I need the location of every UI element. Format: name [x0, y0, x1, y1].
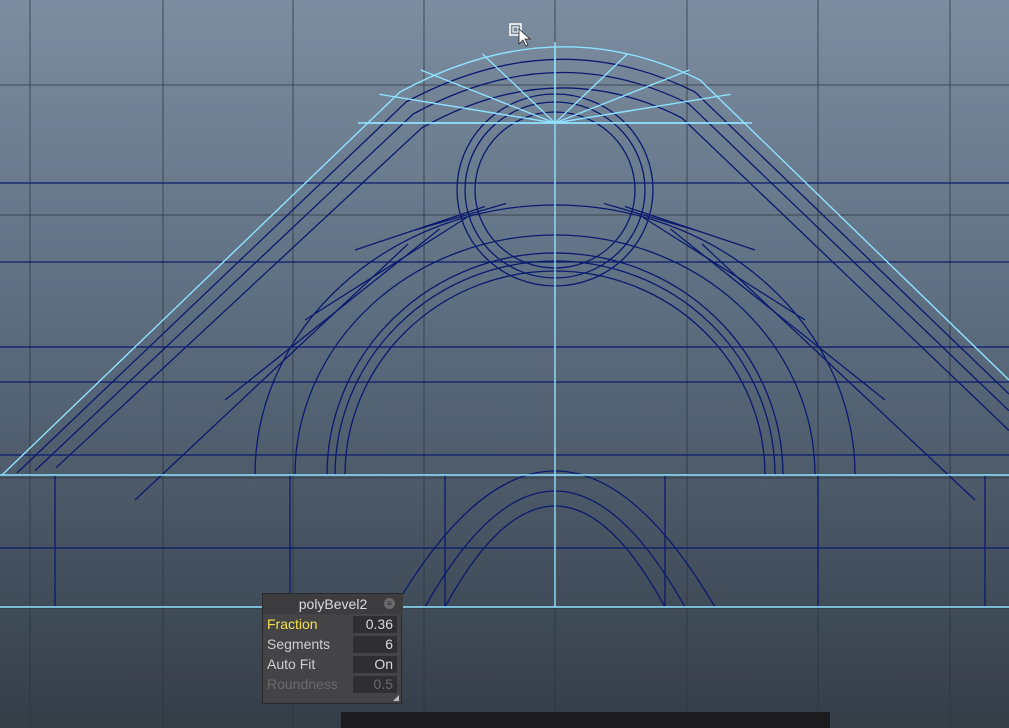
auto-fit-value[interactable]: On	[353, 656, 397, 673]
radial-edge	[642, 216, 806, 321]
bottom-panel-edge	[341, 712, 830, 728]
hud-row-roundness: Roundness 0.5	[263, 675, 403, 695]
auto-fit-label: Auto Fit	[267, 656, 316, 672]
viewport-grid	[0, 0, 1009, 728]
bevel-loop	[55, 87, 1009, 469]
roundness-label: Roundness	[267, 676, 338, 692]
outer-edge	[1, 46, 1009, 476]
poly-bevel-inview-editor[interactable]: polyBevel2 ≡ Fraction 0.36 Segments 6 Au…	[262, 593, 403, 704]
3d-viewport[interactable]	[0, 0, 1009, 728]
radial-edge	[134, 243, 409, 501]
hud-title: polyBevel2	[263, 594, 403, 614]
radial-edge	[414, 202, 507, 231]
hud-row-auto-fit[interactable]: Auto Fit On	[263, 655, 403, 675]
polygon-mesh-wireframe[interactable]	[0, 58, 1009, 608]
segments-label: Segments	[267, 636, 331, 652]
wireframe-scene[interactable]	[0, 0, 1009, 728]
move-tool-cursor-icon	[509, 23, 532, 47]
hud-row-segments[interactable]: Segments 6	[263, 635, 403, 655]
fraction-label: Fraction	[267, 616, 318, 632]
resize-handle-icon[interactable]	[393, 695, 399, 701]
selected-edges[interactable]	[0, 42, 1009, 608]
bevel-loop	[16, 58, 1009, 474]
hud-row-fraction[interactable]: Fraction 0.36	[263, 615, 403, 635]
fraction-value[interactable]: 0.36	[353, 616, 397, 633]
radial-edge	[701, 243, 976, 501]
radial-edge	[304, 216, 468, 321]
roundness-value: 0.5	[353, 676, 397, 693]
segments-value[interactable]: 6	[353, 636, 397, 653]
circle-menu-icon[interactable]: ≡	[384, 598, 395, 609]
